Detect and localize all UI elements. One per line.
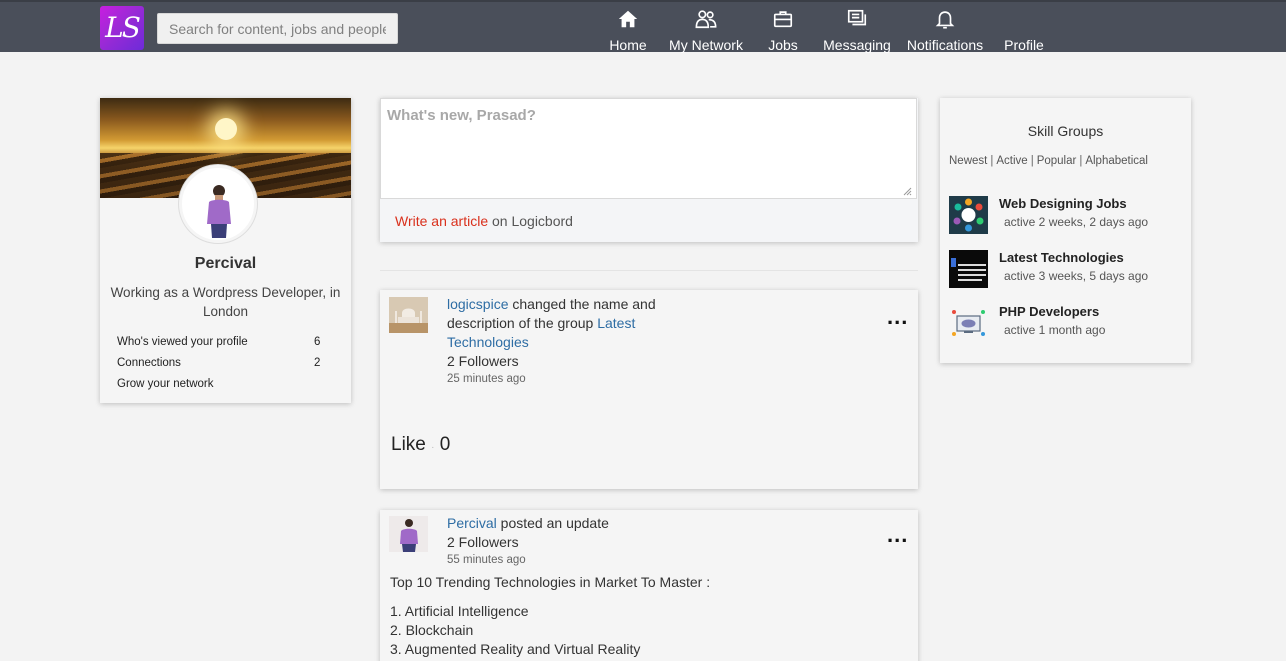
nav-home[interactable]: Home	[606, 4, 650, 53]
post-followers: 2 Followers	[447, 534, 519, 550]
group-item[interactable]: PHP Developers active 1 month ago	[949, 304, 1184, 344]
skill-groups-title: Skill Groups	[1027, 123, 1104, 139]
group-image-php-developers[interactable]	[949, 304, 988, 342]
nav-notifications[interactable]: Notifications	[905, 4, 985, 53]
nav-notifications-label: Notifications	[906, 37, 984, 53]
group-activity: active 2 weeks, 2 days ago	[1004, 215, 1149, 229]
skill-groups-card: Skill Groups Newest | Active | Popular | Alpha…	[940, 98, 1191, 363]
post-author-link[interactable]: logicspice	[447, 296, 508, 312]
logo[interactable]: LS	[100, 6, 144, 50]
filter-separator: |	[990, 155, 994, 167]
post-headline: logicspice changed the name and descript…	[447, 295, 687, 352]
post-list-item: 2. Blockchain	[390, 622, 474, 638]
filter-alphabetical[interactable]: Alphabetical	[1085, 155, 1148, 167]
group-filters: Newest | Active | Popular | Alphabetical	[949, 155, 1148, 167]
post-composer: Write an article on Logicbord	[380, 98, 918, 242]
filter-newest[interactable]: Newest	[949, 155, 987, 167]
nav-messaging[interactable]: Messaging	[822, 4, 892, 53]
post-action-text: posted an update	[496, 515, 609, 531]
post-list-item: 3. Augmented Reality and Virtual Reality	[390, 641, 641, 657]
person-photo-icon	[207, 185, 231, 238]
briefcase-icon	[773, 11, 793, 28]
like-separator: ·	[431, 442, 435, 453]
group-item[interactable]: Web Designing Jobs active 2 weeks, 2 day…	[949, 196, 1184, 236]
group-name[interactable]: PHP Developers	[999, 304, 1099, 319]
group-image-latest-technologies[interactable]	[949, 250, 988, 288]
filter-popular[interactable]: Popular	[1037, 155, 1077, 167]
profile-card: Percival Working as a Wordpress Develope…	[100, 98, 351, 403]
nav-profile-label: Profile	[1004, 37, 1044, 53]
resize-grip-icon[interactable]	[903, 187, 912, 196]
like-button[interactable]: Like	[391, 434, 426, 455]
post-headline: Percival posted an update	[447, 514, 609, 533]
stat-profile-views-label[interactable]: Who's viewed your profile	[117, 336, 248, 348]
activity-post: Percival posted an update 2 Followers 55…	[380, 510, 918, 661]
taj-mahal-image	[389, 297, 428, 333]
percival-avatar[interactable]	[389, 516, 428, 552]
technologies-graphic	[949, 250, 988, 288]
stat-connections-label[interactable]: Connections	[117, 357, 181, 369]
more-options-icon[interactable]: ...	[887, 306, 908, 328]
profile-description: Working as a Wordpress Developer, in Lon…	[110, 285, 341, 319]
group-image-web-designing[interactable]	[949, 196, 988, 234]
person-photo-icon	[389, 516, 428, 552]
status-textarea[interactable]	[380, 98, 917, 199]
profile-name[interactable]: Percival	[100, 255, 351, 273]
group-activity: active 3 weeks, 5 days ago	[1004, 269, 1149, 283]
like-row: Like · 0	[391, 434, 450, 456]
write-article-link[interactable]: Write an article	[395, 213, 488, 229]
messaging-icon	[847, 9, 867, 26]
cover-sun	[215, 118, 237, 140]
nav-jobs[interactable]: Jobs	[763, 4, 803, 53]
stat-connections-value[interactable]: 2	[314, 357, 320, 369]
home-icon	[618, 10, 638, 28]
web-design-graphic	[949, 196, 988, 234]
write-article-suffix: on Logicbord	[488, 213, 573, 229]
nav-jobs-label: Jobs	[768, 37, 798, 53]
more-options-icon[interactable]: ...	[887, 524, 908, 546]
group-name[interactable]: Latest Technologies	[999, 250, 1124, 265]
group-name[interactable]: Web Designing Jobs	[999, 196, 1127, 211]
feed-divider	[380, 270, 918, 271]
activity-post: logicspice changed the name and descript…	[380, 290, 918, 489]
nav-my-network-label: My Network	[669, 37, 743, 53]
nav-profile[interactable]: Profile	[1002, 4, 1046, 53]
profile-avatar[interactable]	[179, 165, 257, 243]
logicspice-avatar[interactable]	[389, 297, 428, 333]
filter-active[interactable]: Active	[996, 155, 1027, 167]
grow-network-link[interactable]: Grow your network	[117, 378, 214, 390]
nav-messaging-label: Messaging	[823, 37, 891, 53]
filter-separator: |	[1030, 155, 1034, 167]
bell-icon	[935, 11, 955, 29]
group-item[interactable]: Latest Technologies active 3 weeks, 5 da…	[949, 250, 1184, 290]
post-timestamp: 55 minutes ago	[447, 554, 526, 566]
network-icon	[695, 10, 717, 29]
nav-home-label: Home	[609, 37, 647, 53]
nav-my-network[interactable]: My Network	[666, 4, 746, 53]
post-author-link[interactable]: Percival	[447, 515, 497, 531]
post-body-title: Top 10 Trending Technologies in Market T…	[390, 574, 711, 590]
filter-separator: |	[1079, 155, 1083, 167]
stat-profile-views-value[interactable]: 6	[314, 336, 320, 348]
php-graphic	[949, 304, 988, 342]
search-input[interactable]	[157, 13, 398, 44]
like-count: 0	[439, 434, 451, 455]
write-article-row: Write an article on Logicbord	[395, 213, 573, 229]
post-followers: 2 Followers	[447, 353, 519, 369]
post-timestamp: 25 minutes ago	[447, 373, 526, 385]
post-list-item: 1. Artificial Intelligence	[390, 603, 529, 619]
group-activity: active 1 month ago	[1004, 323, 1106, 337]
top-navigation-bar: LS Home My Network Jobs Messaging Notifi…	[0, 0, 1286, 53]
